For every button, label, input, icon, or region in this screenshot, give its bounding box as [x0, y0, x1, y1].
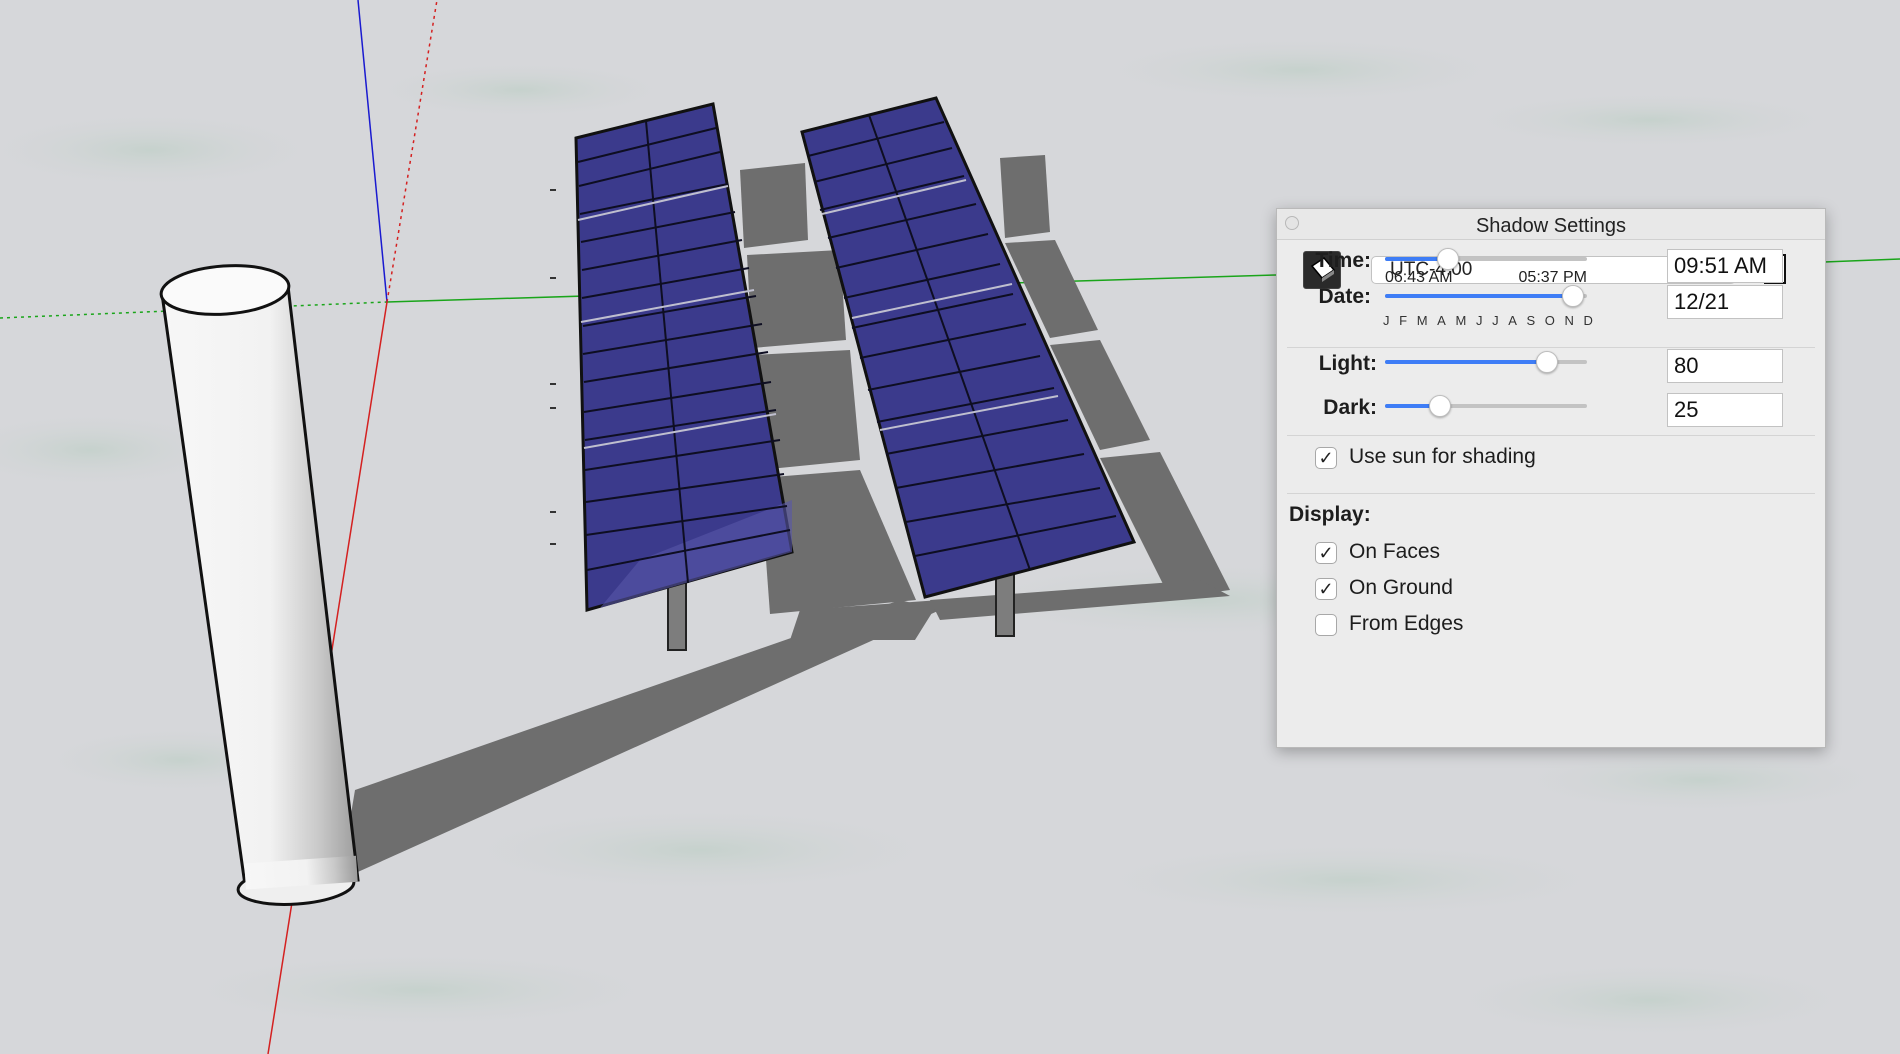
- month-ticks: JFMAMJJASOND: [1383, 313, 1593, 329]
- titlebar[interactable]: Shadow Settings: [1277, 209, 1825, 240]
- from-edges-label: From Edges: [1349, 612, 1464, 635]
- month-tick: S: [1526, 313, 1536, 328]
- month-tick: A: [1508, 313, 1517, 328]
- shadow-settings-panel: Shadow Settings UTC-4:00 ▲▼ Time: 06:43 …: [1276, 208, 1826, 748]
- dark-slider[interactable]: [1385, 393, 1587, 419]
- dark-slider-knob[interactable]: [1428, 395, 1451, 417]
- dark-label: Dark:: [1323, 396, 1377, 419]
- checkmark-icon: ✓: [1318, 543, 1334, 563]
- month-tick: J: [1475, 313, 1483, 328]
- date-slider-knob[interactable]: [1561, 285, 1584, 307]
- date-field[interactable]: 12/21: [1667, 285, 1783, 319]
- use-sun-shading-checkbox[interactable]: ✓: [1315, 447, 1337, 469]
- month-tick: M: [1416, 313, 1428, 328]
- time-slider-knob[interactable]: [1436, 248, 1459, 270]
- date-slider-fill: [1385, 294, 1573, 298]
- on-ground-label: On Ground: [1349, 576, 1453, 599]
- divider: [1287, 435, 1815, 436]
- light-label: Light:: [1318, 352, 1377, 375]
- time-field[interactable]: 09:51 AM: [1667, 249, 1783, 283]
- month-tick: N: [1564, 313, 1574, 328]
- on-faces-label: On Faces: [1349, 540, 1441, 563]
- date-slider[interactable]: [1385, 283, 1587, 309]
- checkmark-icon: ✓: [1318, 579, 1334, 599]
- time-label: Time:: [1315, 249, 1371, 272]
- display-label: Display:: [1289, 503, 1371, 526]
- month-tick: J: [1383, 313, 1390, 328]
- from-edges-checkbox[interactable]: [1315, 614, 1337, 636]
- on-ground-checkbox[interactable]: ✓: [1315, 578, 1337, 600]
- light-slider-knob[interactable]: [1535, 351, 1558, 373]
- on-faces-checkbox[interactable]: ✓: [1315, 542, 1337, 564]
- checkmark-icon: ✓: [1318, 448, 1334, 468]
- light-field[interactable]: 80: [1667, 349, 1783, 383]
- divider: [1287, 347, 1815, 348]
- light-slider-fill: [1385, 360, 1547, 364]
- window-title: Shadow Settings: [1475, 215, 1627, 237]
- month-tick: M: [1455, 313, 1467, 328]
- month-tick: O: [1544, 313, 1555, 328]
- dark-field[interactable]: 25: [1667, 393, 1783, 427]
- month-tick: D: [1583, 313, 1593, 328]
- month-tick: A: [1437, 313, 1446, 328]
- month-tick: J: [1492, 313, 1499, 328]
- use-sun-shading-label: Use sun for shading: [1349, 445, 1536, 468]
- divider: [1287, 493, 1815, 494]
- light-slider[interactable]: [1385, 349, 1587, 375]
- date-label: Date:: [1318, 285, 1371, 308]
- month-tick: F: [1399, 313, 1408, 328]
